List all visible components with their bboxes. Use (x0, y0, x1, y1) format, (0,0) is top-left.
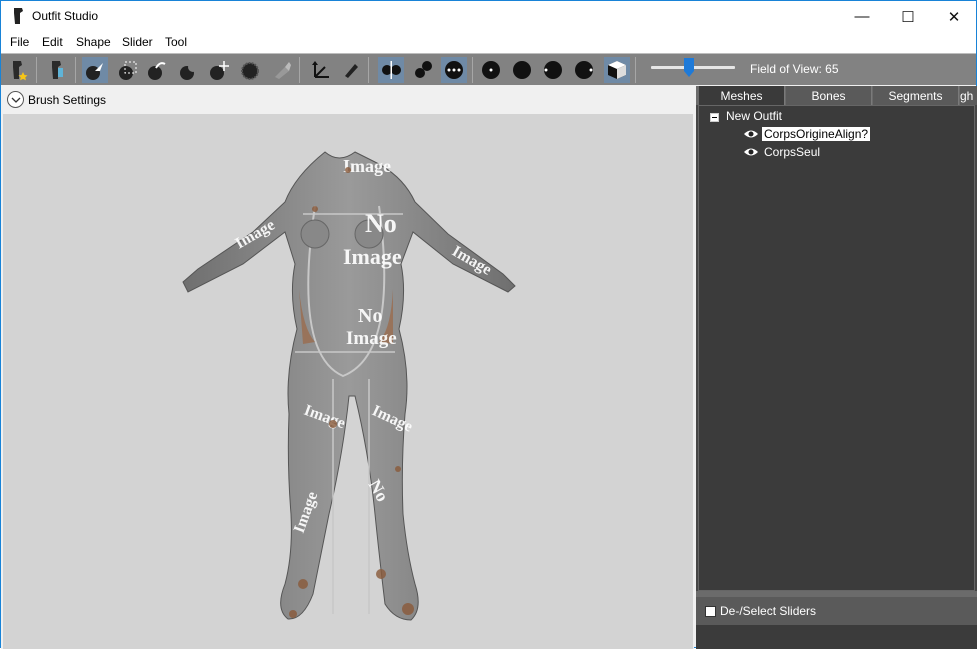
no-image-texture-text: No (365, 209, 397, 238)
eye-icon[interactable] (743, 146, 759, 158)
select-arrow-icon (86, 63, 103, 80)
pencil-icon (345, 64, 358, 78)
weight-brush-icon (275, 62, 291, 79)
eye-icon[interactable] (743, 128, 759, 140)
tree-root-outfit[interactable]: New Outfit (726, 109, 782, 123)
body-mesh-render[interactable]: No Image No Image Image Image Image Imag… (3, 114, 693, 649)
move-brush-icon (210, 61, 229, 80)
reference-template-button[interactable] (44, 57, 70, 83)
menu-bar: File Edit Shape Slider Tool (1, 32, 976, 53)
global-brush-icon (445, 61, 463, 79)
mesh-label[interactable]: CorpsSeul (762, 145, 822, 159)
close-button[interactable]: ✕ (931, 1, 977, 32)
mesh-item[interactable]: CorpsSeul (743, 144, 822, 160)
menu-edit[interactable]: Edit (42, 35, 63, 49)
panel-tabs: Meshes Bones Segments gh (696, 86, 977, 105)
connected-icon (415, 61, 432, 78)
tab-partitions-truncated[interactable]: gh (960, 86, 977, 105)
pivot-button[interactable] (338, 57, 364, 83)
view-back-icon (513, 61, 531, 79)
x-mirror-button[interactable] (378, 57, 404, 83)
maximize-icon: ☐ (901, 8, 915, 26)
new-project-button[interactable] (5, 57, 31, 83)
smooth-brush-button[interactable] (237, 57, 263, 83)
select-brush-button[interactable] (82, 57, 108, 83)
no-image-texture-text: Image (343, 244, 402, 269)
right-panel: Meshes Bones Segments gh New Outfit Corp… (696, 86, 977, 649)
no-image-texture-text: No (358, 305, 382, 327)
outfit-studio-logo-icon (14, 8, 23, 24)
fov-label: Field of View: 65 (750, 62, 839, 76)
menu-file[interactable]: File (10, 35, 29, 49)
deflate-brush-button[interactable] (175, 57, 201, 83)
mesh-tree[interactable]: New Outfit CorpsOrigineAlign? CorpsSeul (698, 105, 975, 591)
body-mesh (182, 151, 516, 621)
mesh-item[interactable]: CorpsOrigineAlign? (743, 126, 871, 142)
connected-only-button[interactable] (410, 57, 436, 83)
tab-meshes[interactable]: Meshes (699, 86, 785, 105)
slider-header: De-/Select Sliders (696, 597, 977, 625)
perspective-toggle-button[interactable] (604, 57, 630, 83)
close-icon: ✕ (947, 8, 961, 26)
mask-brush-button[interactable] (115, 57, 141, 83)
global-brush-button[interactable] (441, 57, 467, 83)
menu-tool[interactable]: Tool (165, 35, 187, 49)
view-right-icon (575, 61, 593, 79)
fov-slider-thumb[interactable] (684, 58, 694, 77)
mesh-label[interactable]: CorpsOrigineAlign? (762, 127, 871, 141)
view-right-button[interactable] (571, 57, 597, 83)
app-window: Outfit Studio — ☐ ✕ File Edit Shape Slid… (0, 0, 977, 649)
smooth-brush-icon (241, 62, 259, 80)
tab-segments[interactable]: Segments (873, 86, 959, 105)
new-project-icon (13, 61, 28, 81)
transform-button[interactable] (307, 57, 333, 83)
move-brush-button[interactable] (206, 57, 232, 83)
view-front-button[interactable] (478, 57, 504, 83)
brush-settings-label: Brush Settings (28, 93, 107, 107)
title-bar[interactable]: Outfit Studio — ☐ ✕ (1, 1, 976, 32)
collapse-icon[interactable] (710, 113, 719, 122)
mirror-icon (382, 61, 401, 79)
inflate-brush-button[interactable] (144, 57, 170, 83)
mask-brush-icon (119, 61, 137, 80)
window-title: Outfit Studio (32, 9, 99, 23)
deflate-brush-icon (180, 62, 198, 80)
3d-viewport[interactable]: No Image No Image Image Image Image Imag… (3, 114, 693, 649)
menu-shape[interactable]: Shape (76, 35, 111, 49)
viewport-panel: Brush Settings No Image No Image Image I… (1, 86, 694, 649)
maximize-button[interactable]: ☐ (885, 1, 931, 32)
brush-settings-header[interactable]: Brush Settings (1, 86, 694, 114)
deselect-sliders-checkbox[interactable] (705, 606, 716, 617)
minimize-icon: — (854, 8, 870, 25)
cube-icon (608, 61, 626, 79)
view-left-button[interactable] (540, 57, 566, 83)
tab-bones[interactable]: Bones (786, 86, 872, 105)
reference-icon (52, 61, 63, 79)
view-front-icon (482, 61, 500, 79)
view-left-icon (544, 61, 562, 79)
deselect-sliders-label[interactable]: De-/Select Sliders (720, 604, 816, 618)
transform-axes-icon (312, 61, 329, 78)
no-image-texture-text: Image (346, 328, 397, 349)
no-image-texture-text: Image (343, 156, 391, 176)
view-back-button[interactable] (509, 57, 535, 83)
inflate-brush-icon (148, 62, 166, 80)
chevron-down-icon[interactable] (7, 91, 24, 108)
menu-slider[interactable]: Slider (122, 35, 153, 49)
minimize-button[interactable]: — (839, 1, 885, 32)
slider-panel: De-/Select Sliders (696, 597, 977, 649)
weight-brush-button[interactable] (269, 57, 295, 83)
